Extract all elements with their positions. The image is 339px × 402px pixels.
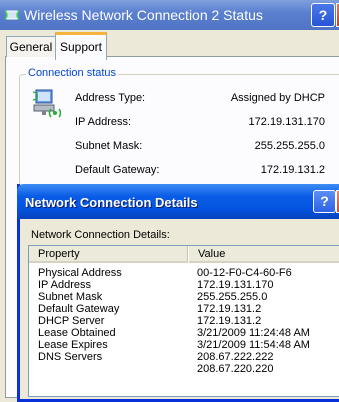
subnet-mask-value: 255.255.255.0 — [254, 140, 325, 152]
column-header-value[interactable]: Value — [189, 246, 339, 263]
list-item-property[interactable]: DNS Servers — [38, 351, 102, 363]
list-item-value[interactable]: 172.19.131.2 — [197, 315, 261, 327]
address-type-label: Address Type: — [75, 92, 146, 104]
default-gateway-value: 172.19.131.2 — [260, 164, 325, 176]
ip-address-value: 172.19.131.170 — [248, 116, 325, 128]
column-header-property[interactable]: Property — [29, 246, 188, 263]
list-item-value[interactable]: 00-12-F0-C4-60-F6 — [197, 267, 292, 279]
details-help-button[interactable]: ? — [313, 190, 336, 213]
list-item-value[interactable]: 208.67.220.220 — [197, 363, 273, 375]
details-subtitle: Network Connection Details: — [31, 229, 170, 241]
status-window-title: Wireless Network Connection 2 Status — [24, 7, 263, 23]
list-item-value[interactable]: 3/21/2009 11:54:48 AM — [197, 339, 310, 351]
ip-address-label: IP Address: — [75, 116, 132, 128]
subnet-mask-label: Subnet Mask: — [75, 140, 143, 152]
list-item-value[interactable]: 172.19.131.170 — [197, 279, 273, 291]
list-item-value[interactable]: 3/21/2009 11:24:48 AM — [197, 327, 310, 339]
address-type-value: Assigned by DHCP — [230, 92, 325, 104]
list-item-property[interactable]: IP Address — [38, 279, 91, 291]
list-item-property[interactable]: Physical Address — [38, 267, 122, 279]
list-item-property[interactable]: DHCP Server — [38, 315, 104, 327]
connection-status-label: Connection status — [26, 67, 119, 79]
help-button[interactable]: ? — [311, 3, 335, 27]
tab-general[interactable]: General — [6, 36, 56, 57]
details-dialog-title: Network Connection Details — [25, 195, 198, 210]
list-item-value[interactable]: 208.67.222.222 — [197, 351, 273, 363]
list-item-property[interactable]: Default Gateway — [38, 303, 119, 315]
network-computer-icon — [32, 89, 61, 118]
list-item-property[interactable]: Lease Obtained — [38, 327, 116, 339]
list-item-value[interactable]: 172.19.131.2 — [197, 303, 261, 315]
tab-support[interactable]: Support — [55, 32, 107, 60]
list-item-property[interactable]: Lease Expires — [38, 339, 108, 351]
list-item-value[interactable]: 255.255.255.0 — [197, 291, 267, 303]
default-gateway-label: Default Gateway: — [75, 164, 160, 176]
wireless-network-icon — [4, 10, 20, 20]
list-item-property[interactable]: Subnet Mask — [38, 291, 102, 303]
